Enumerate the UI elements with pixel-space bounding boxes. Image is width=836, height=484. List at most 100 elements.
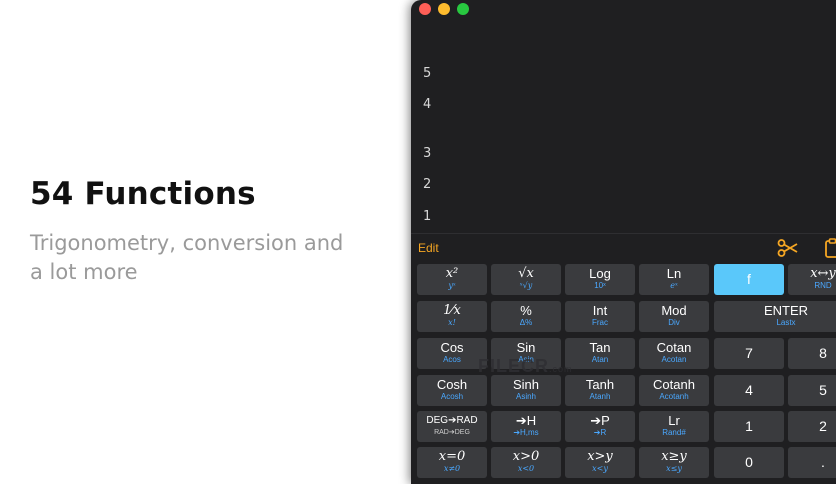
- watermark-domain: .com: [549, 364, 573, 374]
- key-sublabel: RND: [814, 281, 832, 290]
- key-label: Tanh: [585, 377, 615, 392]
- key-label: Tan: [589, 340, 611, 355]
- mod-key[interactable]: Mod Div: [639, 301, 709, 332]
- cosh-key[interactable]: Cosh Acosh: [417, 375, 487, 406]
- digit-1-key[interactable]: 1: [714, 411, 784, 442]
- key-label: Cotan: [656, 340, 692, 355]
- digit-4-key[interactable]: 4: [714, 375, 784, 406]
- key-label: x>0: [512, 449, 540, 464]
- key-sublabel: Acosh: [440, 392, 464, 401]
- key-label: Cosh: [436, 377, 468, 392]
- deg-rad-key[interactable]: DEG➔RAD RAD➔DEG: [417, 411, 487, 442]
- reciprocal-key[interactable]: 1⁄x x!: [417, 301, 487, 332]
- key-label: Log: [589, 266, 611, 281]
- log-key[interactable]: Log 10ˣ: [565, 264, 635, 295]
- lr-key[interactable]: Lr Rand#: [639, 411, 709, 442]
- sinh-key[interactable]: Sinh Asinh: [491, 375, 561, 406]
- x-eq-0-key[interactable]: x=0 x≠0: [417, 447, 487, 478]
- digit-5-key[interactable]: 5: [788, 375, 836, 406]
- zoom-window-button[interactable]: [457, 3, 469, 15]
- key-sublabel: Acotanh: [659, 392, 689, 401]
- minimize-window-button[interactable]: [438, 3, 450, 15]
- key-label: ➔P: [590, 413, 610, 428]
- key-label: DEG➔RAD: [426, 415, 478, 426]
- key-sublabel: x!: [448, 318, 456, 327]
- key-sublabel: RAD➔DEG: [434, 429, 470, 436]
- int-key[interactable]: Int Frac: [565, 301, 635, 332]
- ln-key[interactable]: Ln eˣ: [639, 264, 709, 295]
- key-sublabel: x<y: [592, 464, 608, 473]
- digit-8-key[interactable]: 8: [788, 338, 836, 369]
- key-sublabel: Asinh: [515, 392, 536, 401]
- decimal-point-key[interactable]: .: [788, 447, 836, 478]
- scissors-icon[interactable]: [777, 238, 799, 263]
- key-sublabel: Atan: [591, 355, 609, 364]
- watermark-text: FILECR: [478, 356, 549, 376]
- enter-key[interactable]: ENTER Lastx: [714, 301, 836, 332]
- f-shift-key[interactable]: f: [714, 264, 784, 295]
- x-gt-y-key[interactable]: x>y x<y: [565, 447, 635, 478]
- display-divider: [411, 233, 836, 234]
- key-sublabel: ➔H,ms: [513, 428, 539, 437]
- sqrt-key[interactable]: √x ˣ√y: [491, 264, 561, 295]
- key-sublabel: eˣ: [670, 281, 678, 290]
- percent-key[interactable]: % Δ%: [491, 301, 561, 332]
- key-sublabel: Δ%: [519, 318, 533, 327]
- stack-level-label: 3: [423, 146, 432, 161]
- key-label: 4: [745, 382, 753, 398]
- to-polar-key[interactable]: ➔P ➔R: [565, 411, 635, 442]
- key-sublabel: 10ˣ: [594, 281, 606, 290]
- title-bar: [411, 0, 836, 20]
- key-label: 5: [819, 382, 827, 398]
- key-sublabel: x≤y: [666, 464, 682, 473]
- key-sublabel: Div: [668, 318, 680, 327]
- key-label: ENTER: [763, 303, 809, 318]
- key-sublabel: Acotan: [661, 355, 687, 364]
- edit-button[interactable]: Edit: [418, 241, 439, 255]
- digit-7-key[interactable]: 7: [714, 338, 784, 369]
- calculator-window: 5 4 3 2 1 Edit x² yˣ √x ˣ√y Log 10ˣ Ln eˣ f …: [411, 0, 836, 484]
- key-label: Mod: [661, 303, 687, 318]
- stack-level-label: 1: [423, 209, 432, 224]
- key-sublabel: Frac: [592, 318, 608, 327]
- promo-subhead: Trigonometry, conversion and a lot more: [30, 231, 344, 284]
- tan-key[interactable]: Tan Atan: [565, 338, 635, 369]
- key-sublabel: Lastx: [776, 318, 796, 327]
- tanh-key[interactable]: Tanh Atanh: [565, 375, 635, 406]
- key-label: Lr: [668, 413, 680, 428]
- cotan-key[interactable]: Cotan Acotan: [639, 338, 709, 369]
- key-label: Int: [592, 303, 608, 318]
- key-label: x>y: [587, 449, 613, 464]
- key-label: Cotanh: [653, 377, 695, 392]
- key-sublabel: ➔R: [593, 428, 607, 437]
- key-label: Sin: [516, 340, 536, 355]
- key-sublabel: Atanh: [589, 392, 611, 401]
- cos-key[interactable]: Cos Acos: [417, 338, 487, 369]
- key-label: Cos: [440, 340, 464, 355]
- key-label: 2: [819, 418, 827, 434]
- clipboard-icon[interactable]: [823, 238, 836, 263]
- key-label: 8: [819, 345, 827, 361]
- key-label: %: [520, 303, 532, 318]
- key-label: 1: [745, 418, 753, 434]
- close-window-button[interactable]: [419, 3, 431, 15]
- x-gt-0-key[interactable]: x>0 x<0: [491, 447, 561, 478]
- x-ge-y-key[interactable]: x≥y x≤y: [639, 447, 709, 478]
- key-sublabel: ˣ√y: [519, 281, 533, 290]
- stack-level-label: 4: [423, 97, 432, 112]
- key-label: x≥y: [661, 449, 687, 464]
- watermark-logo: FILECR.com: [478, 356, 573, 377]
- digit-0-key[interactable]: 0: [714, 447, 784, 478]
- key-sublabel: Rand#: [662, 428, 686, 437]
- key-label: Ln: [666, 266, 682, 281]
- digit-2-key[interactable]: 2: [788, 411, 836, 442]
- cotanh-key[interactable]: Cotanh Acotanh: [639, 375, 709, 406]
- key-label: 7: [745, 345, 753, 361]
- key-label: x↔y: [810, 266, 836, 281]
- to-hours-key[interactable]: ➔H ➔H,ms: [491, 411, 561, 442]
- swap-key[interactable]: x↔y RND: [788, 264, 836, 295]
- square-key[interactable]: x² yˣ: [417, 264, 487, 295]
- key-label: ➔H: [515, 413, 537, 428]
- key-label: 1⁄x: [443, 303, 461, 318]
- key-label: 0: [745, 454, 753, 470]
